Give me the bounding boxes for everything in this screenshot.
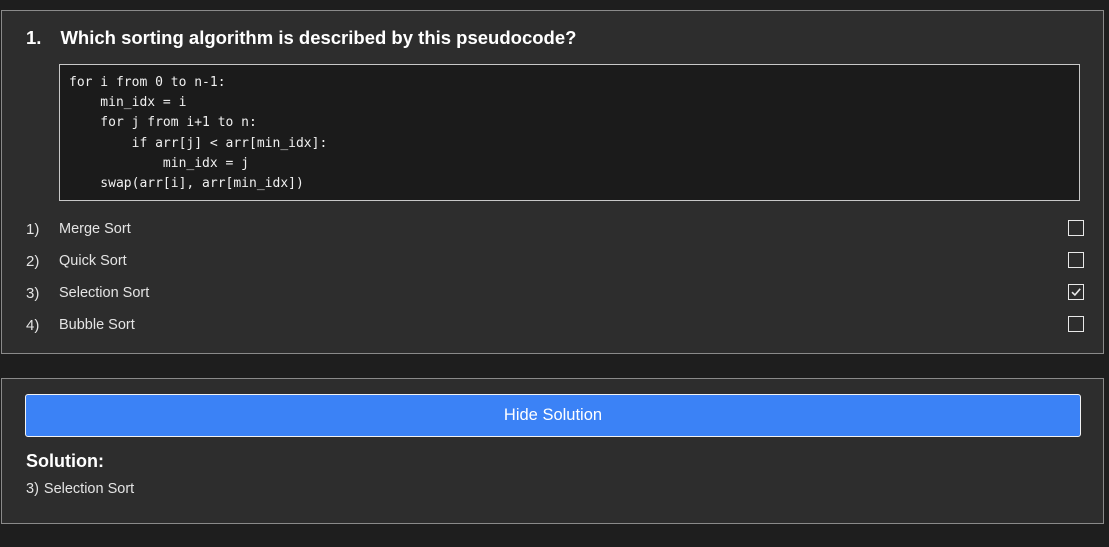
option-checkbox[interactable] bbox=[1068, 284, 1084, 300]
option-item: 4) Bubble Sort bbox=[26, 309, 1084, 341]
option-item: 3) Selection Sort bbox=[26, 277, 1084, 309]
solution-answer-label: Selection Sort bbox=[43, 481, 135, 497]
option-number: 3) bbox=[26, 284, 40, 302]
option-checkbox[interactable] bbox=[1068, 220, 1084, 236]
solution-answer: 3) Selection Sort bbox=[26, 481, 134, 497]
solution-card: Hide Solution Solution: 3) Selection Sor… bbox=[1, 378, 1104, 524]
solution-title: Solution: bbox=[26, 451, 104, 471]
option-number: 1) bbox=[26, 220, 40, 238]
pseudocode: for i from 0 to n-1: min_idx = i for j f… bbox=[69, 75, 328, 192]
question-text: Which sorting algorithm is described by … bbox=[60, 27, 577, 48]
question-card: 1. Which sorting algorithm is described … bbox=[1, 10, 1104, 354]
option-list: 1) Merge Sort 2) Quick Sort 3) Selection… bbox=[26, 213, 1084, 341]
option-checkbox[interactable] bbox=[1068, 316, 1084, 332]
option-number: 2) bbox=[26, 252, 40, 270]
option-item: 2) Quick Sort bbox=[26, 245, 1084, 277]
code-block: for i from 0 to n-1: min_idx = i for j f… bbox=[59, 64, 1080, 201]
option-checkbox[interactable] bbox=[1068, 252, 1084, 268]
checkmark-icon bbox=[1071, 288, 1081, 297]
option-label: Selection Sort bbox=[59, 285, 150, 301]
option-number: 4) bbox=[26, 316, 40, 334]
option-label: Merge Sort bbox=[59, 221, 131, 237]
solution-answer-number: 3) bbox=[26, 481, 39, 497]
hide-solution-button[interactable]: Hide Solution bbox=[25, 394, 1081, 437]
option-label: Quick Sort bbox=[59, 253, 127, 269]
option-item: 1) Merge Sort bbox=[26, 213, 1084, 245]
question-header: 1. Which sorting algorithm is described … bbox=[26, 27, 576, 49]
option-label: Bubble Sort bbox=[59, 317, 135, 333]
question-number: 1. bbox=[26, 27, 42, 48]
